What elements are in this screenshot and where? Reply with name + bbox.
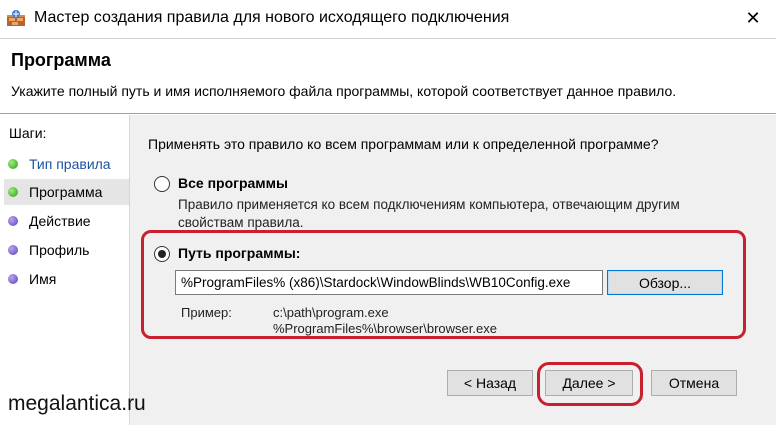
step-rule-type[interactable]: Тип правила [4, 151, 129, 177]
page-title: Программа [11, 50, 111, 70]
next-button-highlight [537, 362, 643, 406]
step-label: Имя [29, 271, 57, 287]
step-profile[interactable]: Профиль [4, 237, 129, 263]
window-titlebar: Мастер создания правила для нового исход… [0, 0, 776, 38]
steps-sidebar: Шаги: Тип правила Программа Действие Про… [0, 115, 130, 425]
all-programs-radio[interactable] [154, 176, 170, 192]
step-label: Профиль [29, 242, 90, 258]
close-icon: ✕ [745, 7, 761, 28]
step-name[interactable]: Имя [4, 266, 129, 292]
firewall-wizard-icon [7, 10, 25, 26]
back-button[interactable]: < Назад [447, 370, 533, 396]
steps-title: Шаги: [9, 125, 47, 141]
cancel-button[interactable]: Отмена [651, 370, 737, 396]
step-label: Программа [29, 184, 103, 200]
all-programs-description: Правило применяется ко всем подключениям… [178, 196, 718, 232]
step-label: Действие [29, 213, 91, 229]
program-path-highlight [141, 230, 746, 339]
question-text: Применять это правило ко всем программам… [148, 136, 659, 152]
window-title: Мастер создания правила для нового исход… [34, 9, 510, 26]
step-action[interactable]: Действие [4, 208, 129, 234]
watermark: megalantica.ru [8, 392, 146, 415]
step-pending-icon [8, 216, 18, 226]
step-pending-icon [8, 245, 18, 255]
page-subtitle: Укажите полный путь и имя исполняемого ф… [11, 83, 677, 99]
step-done-icon [8, 187, 18, 197]
step-label: Тип правила [29, 156, 111, 172]
all-programs-label[interactable]: Все программы [178, 175, 288, 191]
all-programs-description-line: Правило применяется ко всем подключениям… [178, 197, 680, 212]
wizard-header: Программа Укажите полный путь и имя испо… [0, 38, 776, 114]
step-pending-icon [8, 274, 18, 284]
step-program[interactable]: Программа [4, 179, 129, 205]
step-done-icon [8, 159, 18, 169]
close-button[interactable]: ✕ [730, 0, 776, 36]
